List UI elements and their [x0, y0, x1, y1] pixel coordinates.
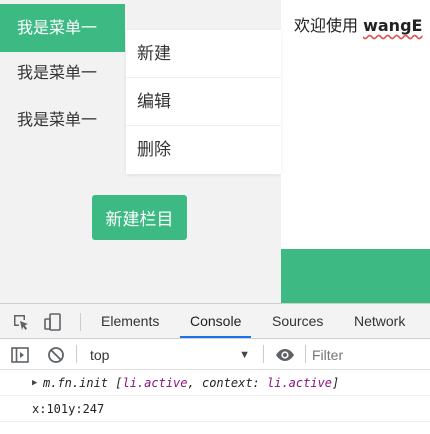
context-select[interactable]: top ▼ [82, 344, 254, 366]
context-menu-delete[interactable]: 删除 [126, 126, 281, 174]
green-block [281, 249, 430, 303]
obj-prefix: m.fn.init [ [43, 376, 123, 390]
dropdown-arrow-icon: ▼ [239, 349, 250, 361]
console-output: ▶ m.fn.init [li.active, context: li.acti… [0, 371, 430, 434]
devtools-panel: Elements Console Sources Network top ▼ F… [0, 303, 430, 434]
toolbar-separator-3 [305, 345, 306, 363]
obj-colon: : [252, 376, 267, 390]
tab-elements[interactable]: Elements [91, 304, 169, 338]
sidebar-menu-item-1[interactable]: 我是菜单一 [0, 4, 125, 52]
inspect-element-icon[interactable] [11, 312, 31, 332]
console-toolbar: top ▼ [0, 339, 430, 370]
tab-network[interactable]: Network [344, 304, 415, 338]
expand-triangle-icon[interactable]: ▶ [32, 371, 37, 396]
tab-sources[interactable]: Sources [262, 304, 333, 338]
console-object-preview: m.fn.init [li.active, context: li.active… [32, 376, 339, 390]
editor-brand: wangE [363, 16, 423, 35]
new-column-button[interactable]: 新建栏目 [92, 195, 187, 240]
editor-welcome-prefix: 欢迎使用 [294, 16, 364, 35]
sidebar-menu-item-3[interactable]: 我是菜单一 [0, 96, 125, 144]
context-menu: 新建 编辑 删除 [126, 30, 281, 174]
tab-console[interactable]: Console [180, 304, 252, 338]
toolbar-separator-2 [263, 345, 264, 363]
sidebar-toggle-icon[interactable] [10, 345, 30, 365]
obj-value: li.active [267, 376, 333, 390]
sidebar: 我是菜单一 我是菜单一 我是菜单一 新建 编辑 删除 新建栏目 [0, 0, 281, 303]
obj-sep: , [187, 376, 202, 390]
context-select-value: top [90, 347, 110, 363]
context-menu-new[interactable]: 新建 [126, 30, 281, 78]
console-entry-object[interactable]: ▶ m.fn.init [li.active, context: li.acti… [0, 371, 430, 396]
sidebar-menu-item-2[interactable]: 我是菜单一 [0, 49, 125, 97]
devtools-tab-bar: Elements Console Sources Network [0, 304, 430, 339]
context-menu-edit[interactable]: 编辑 [126, 78, 281, 126]
filter-input[interactable] [312, 344, 422, 366]
eye-icon[interactable] [275, 345, 295, 365]
tab-bar-separator [80, 313, 81, 331]
clear-console-icon[interactable] [46, 345, 66, 365]
device-toolbar-icon[interactable] [43, 312, 63, 332]
obj-suffix: ] [332, 376, 340, 390]
obj-item: li.active [122, 376, 188, 390]
obj-key: context [201, 376, 253, 390]
console-entry-coords: x:101y:247 [0, 397, 430, 422]
toolbar-separator [76, 345, 77, 363]
editor-welcome-text: 欢迎使用 wangE [294, 12, 422, 36]
